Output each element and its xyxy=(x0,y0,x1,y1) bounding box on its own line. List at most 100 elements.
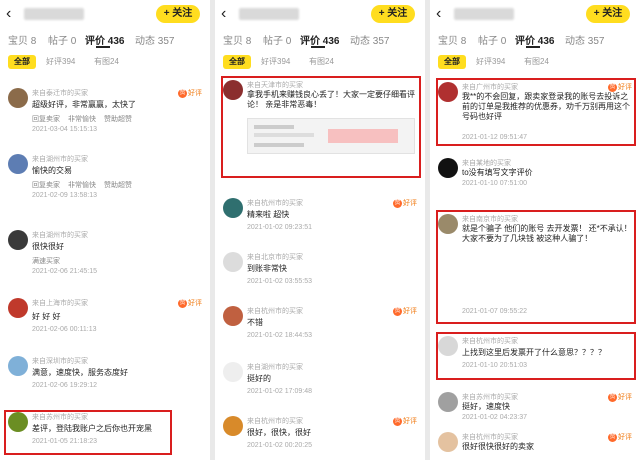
tab-underline xyxy=(96,46,110,48)
thumbs-up-icon: 赞 xyxy=(608,392,617,402)
review-date: 2021-01-02 04:23:37 xyxy=(462,414,527,421)
positive-badge: 赞好评 xyxy=(393,416,417,426)
thumbs-up-icon: 赞 xyxy=(393,198,402,208)
reviewer-location: 来自杭州市的买家 xyxy=(247,200,303,207)
top-bar: ‹ + 关注 xyxy=(215,0,425,30)
back-icon[interactable]: ‹ xyxy=(6,6,22,22)
badge-label: 好评 xyxy=(188,90,202,97)
review-date: 2021-01-02 00:20:25 xyxy=(247,442,312,449)
reviewer-location: 来自湖州市的买家 xyxy=(32,232,88,239)
avatar xyxy=(438,158,458,178)
filter-with-photos[interactable]: 有图24 xyxy=(88,55,125,69)
avatar xyxy=(438,392,458,412)
reply-tag[interactable]: 非常愉快 xyxy=(68,116,96,123)
filter-all[interactable]: 全部 xyxy=(223,55,251,69)
follow-button[interactable]: + 关注 xyxy=(586,5,630,23)
avatar xyxy=(8,88,28,108)
reviewer-location: 来自某地的买家 xyxy=(462,160,511,167)
reviewer-location: 来自杭州市的买家 xyxy=(247,418,303,425)
avatar xyxy=(8,356,28,376)
filter-positive[interactable]: 好评394 xyxy=(470,55,511,69)
review-item: 来自某地的买家 to没有填写文字评价 2021-01-10 07:51:00 xyxy=(430,156,640,192)
follow-button[interactable]: + 关注 xyxy=(156,5,200,23)
review-text: 满意，速度快，服务态度好 xyxy=(32,368,128,377)
tab-reviews[interactable]: 评价 436 xyxy=(300,32,339,47)
review-text: 很快很好 xyxy=(32,242,64,251)
badge-label: 好评 xyxy=(403,308,417,315)
reply-tag[interactable]: 回复卖家 xyxy=(32,182,60,189)
reviewer-location: 来自北京市的买家 xyxy=(247,254,303,261)
badge-label: 好评 xyxy=(618,434,632,441)
reply-tag[interactable]: 非常愉快 xyxy=(68,182,96,189)
filter-bar: 全部 好评394 有图24 xyxy=(430,50,640,74)
reply-tags: 回复卖家 非常愉快 赞助超赞 xyxy=(32,114,140,124)
filter-with-photos[interactable]: 有图24 xyxy=(518,55,555,69)
review-panel-2: ‹ + 关注 宝贝 8 帖子 0 评价 436 动态 357 全部 好评394 … xyxy=(215,0,425,460)
avatar xyxy=(223,252,243,272)
positive-badge: 赞好评 xyxy=(393,198,417,208)
review-text: 到账非常快 xyxy=(247,264,287,273)
tab-reviews[interactable]: 评价 436 xyxy=(515,32,554,47)
filter-positive[interactable]: 好评394 xyxy=(255,55,296,69)
avatar xyxy=(223,362,243,382)
review-item: 来自杭州市的买家 赞好评 很好，很快，很好 2021-01-02 00:20:2… xyxy=(215,414,425,458)
tab-posts[interactable]: 帖子 0 xyxy=(478,32,506,47)
thumbs-up-icon: 赞 xyxy=(178,298,187,308)
back-icon[interactable]: ‹ xyxy=(436,6,452,22)
reply-tag[interactable]: 赞助超赞 xyxy=(104,182,132,189)
positive-badge: 赞好评 xyxy=(608,432,632,442)
tab-posts[interactable]: 帖子 0 xyxy=(263,32,291,47)
screenshot-collage: ‹ + 关注 宝贝 8 帖子 0 评价 436 动态 357 全部 好评394 … xyxy=(0,0,640,460)
tab-bar: 宝贝 8 帖子 0 评价 436 动态 357 xyxy=(0,30,210,50)
review-item: 来自杭州市的买家 赞好评 精来啦 超快 2021-01-02 09:23:51 xyxy=(215,196,425,240)
reply-tags: 满速买家 xyxy=(32,256,68,266)
review-panel-1: ‹ + 关注 宝贝 8 帖子 0 评价 436 动态 357 全部 好评394 … xyxy=(0,0,210,460)
filter-positive[interactable]: 好评394 xyxy=(40,55,81,69)
review-item: 来自杭州市的买家 赞好评 不错 2021-01-02 18:44:53 xyxy=(215,304,425,348)
review-text: 挺好的 xyxy=(247,374,271,383)
tab-products[interactable]: 宝贝 8 xyxy=(438,32,466,47)
reviewer-location: 来自泰迁市的买家 xyxy=(32,90,88,97)
review-item: 来自北京市的买家 到账非常快 2021-01-02 03:55:53 xyxy=(215,250,425,294)
shop-name-redacted xyxy=(24,8,84,20)
reply-tag[interactable]: 赞助超赞 xyxy=(104,116,132,123)
review-panel-3: ‹ + 关注 宝贝 8 帖子 0 评价 436 动态 357 全部 好评394 … xyxy=(430,0,640,460)
back-icon[interactable]: ‹ xyxy=(221,6,237,22)
tab-bar: 宝贝 8 帖子 0 评价 436 动态 357 xyxy=(215,30,425,50)
positive-badge: 赞好评 xyxy=(178,298,202,308)
review-item: 来自上海市的买家 赞好评 好 好 好 2021-02-06 00:11:13 xyxy=(0,296,210,342)
review-date: 2021-01-02 09:23:51 xyxy=(247,224,312,231)
tab-products[interactable]: 宝贝 8 xyxy=(223,32,251,47)
avatar xyxy=(223,306,243,326)
filter-with-photos[interactable]: 有图24 xyxy=(303,55,340,69)
tab-updates[interactable]: 动态 357 xyxy=(135,32,174,47)
shop-name-redacted xyxy=(454,8,514,20)
review-text: 不错 xyxy=(247,318,263,327)
thumbs-up-icon: 赞 xyxy=(393,306,402,316)
follow-button[interactable]: + 关注 xyxy=(371,5,415,23)
reply-tag[interactable]: 回复卖家 xyxy=(32,116,60,123)
filter-bar: 全部 好评394 有图24 xyxy=(0,50,210,74)
tab-posts[interactable]: 帖子 0 xyxy=(48,32,76,47)
avatar xyxy=(223,198,243,218)
thumbs-up-icon: 赞 xyxy=(608,432,617,442)
tab-reviews[interactable]: 评价 436 xyxy=(85,32,124,47)
avatar xyxy=(8,298,28,318)
reviewer-location: 来自杭州市的买家 xyxy=(247,308,303,315)
positive-badge: 赞好评 xyxy=(608,392,632,402)
thumbs-up-icon: 赞 xyxy=(178,88,187,98)
badge-label: 好评 xyxy=(188,300,202,307)
reply-tag[interactable]: 满速买家 xyxy=(32,258,60,265)
tab-updates[interactable]: 动态 357 xyxy=(565,32,604,47)
avatar xyxy=(223,416,243,436)
filter-all[interactable]: 全部 xyxy=(438,55,466,69)
tab-products[interactable]: 宝贝 8 xyxy=(8,32,36,47)
review-date: 2021-02-06 19:29:12 xyxy=(32,382,97,389)
avatar xyxy=(8,154,28,174)
top-bar: ‹ + 关注 xyxy=(0,0,210,30)
tab-updates[interactable]: 动态 357 xyxy=(350,32,389,47)
thumbs-up-icon: 赞 xyxy=(393,416,402,426)
review-text: 愉快的交易 xyxy=(32,166,72,175)
review-text: 很好，很快，很好 xyxy=(247,428,311,437)
filter-all[interactable]: 全部 xyxy=(8,55,36,69)
